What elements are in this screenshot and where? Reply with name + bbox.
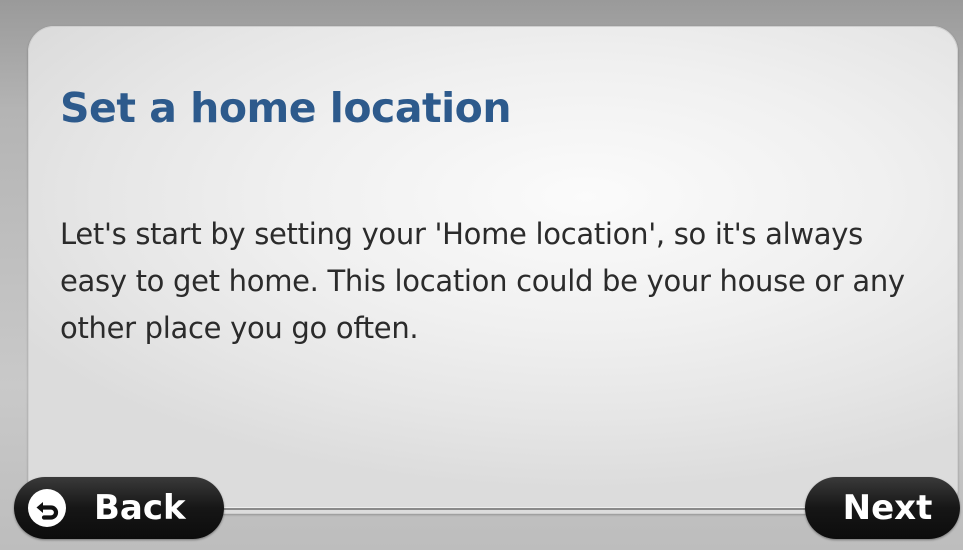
screen: Set a home location Let's start by setti… [0, 0, 963, 550]
instruction-text: Let's start by setting your 'Home locati… [60, 217, 905, 345]
back-arrow-icon [28, 489, 66, 527]
page-title: Set a home location [60, 84, 512, 132]
back-button-label: Back [94, 488, 186, 528]
next-button[interactable]: Next [805, 477, 960, 539]
back-button[interactable]: Back [14, 477, 224, 539]
divider [180, 507, 903, 510]
next-button-label: Next [842, 488, 933, 528]
